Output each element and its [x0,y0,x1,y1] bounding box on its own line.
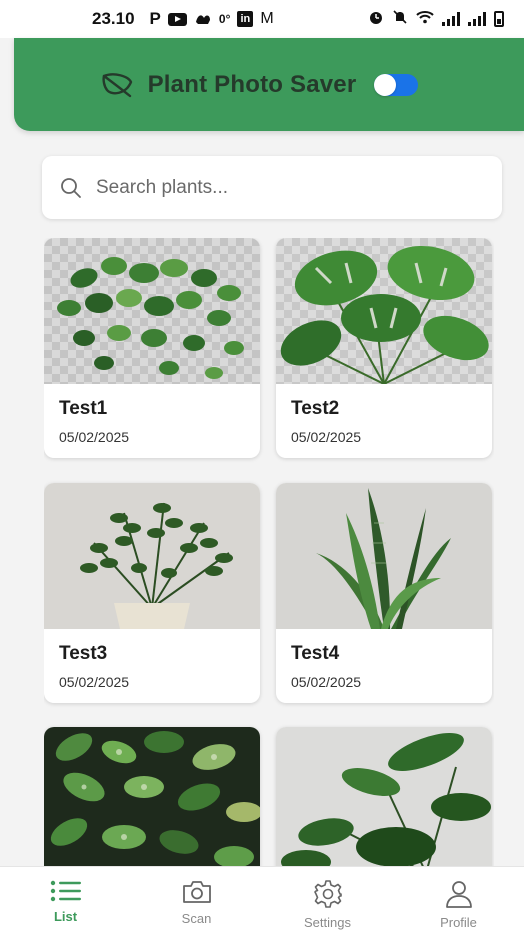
app-header: Plant Photo Saver [14,38,524,131]
plant-card[interactable] [44,727,260,868]
plant-date: 05/02/2025 [59,674,130,690]
nav-item-list[interactable]: List [0,867,131,946]
status-temp: 0° [218,12,231,26]
list-icon [50,880,81,902]
signal-icon-2 [468,12,486,26]
plant-card[interactable] [276,727,492,868]
mute-icon [392,9,408,29]
nav-item-scan[interactable]: Scan [131,867,262,946]
plant-photo [276,727,492,868]
leaf-icon [100,70,134,100]
alarm-icon [368,9,384,29]
gear-icon [313,880,342,908]
plant-photo [276,238,492,384]
plant-name: Test2 [291,398,340,419]
search-box[interactable] [42,156,502,219]
plant-photo [44,238,260,384]
nav-item-settings[interactable]: Settings [262,867,393,946]
status-bar: 23.10 P 0° in M [0,0,524,38]
plant-card[interactable]: Test2 05/02/2025 [276,238,492,458]
plant-date: 05/02/2025 [291,429,362,445]
nav-label-profile: Profile [440,915,477,930]
plant-photo [44,483,260,629]
search-icon [61,177,81,198]
plant-card[interactable]: Test1 05/02/2025 [44,238,260,458]
plant-grid: Test1 05/02/2025 Test2 05/02/2025 Test3 … [44,238,494,868]
plant-date: 05/02/2025 [59,429,130,445]
plant-photo [44,727,260,868]
status-p: P [149,9,161,28]
search-input[interactable] [96,176,476,199]
weather-icon [194,12,212,26]
nav-label-scan: Scan [181,911,212,926]
plant-name: Test3 [59,643,108,664]
plant-date: 05/02/2025 [291,674,362,690]
status-time: 23.10 [92,9,135,28]
plant-name: Test4 [291,643,340,664]
person-icon [445,881,472,908]
toggle-knob [374,73,397,96]
plant-photo [276,483,492,629]
nav-item-profile[interactable]: Profile [393,867,524,946]
app-title: Plant Photo Saver [147,70,357,98]
nav-label-settings: Settings [304,915,351,930]
battery-icon [494,11,504,27]
plant-name: Test1 [59,398,108,419]
gmail-icon: M [260,10,274,27]
linkedin-icon: in [237,11,254,27]
plant-card[interactable]: Test4 05/02/2025 [276,483,492,703]
plant-card[interactable]: Test3 05/02/2025 [44,483,260,703]
theme-toggle[interactable] [374,73,419,96]
bottom-nav: List Scan Settings Profile [0,866,524,946]
nav-label-list: List [53,909,78,924]
signal-icon-1 [442,12,460,26]
camera-icon [182,881,211,903]
wifi-icon [416,10,434,28]
youtube-icon [167,12,187,26]
